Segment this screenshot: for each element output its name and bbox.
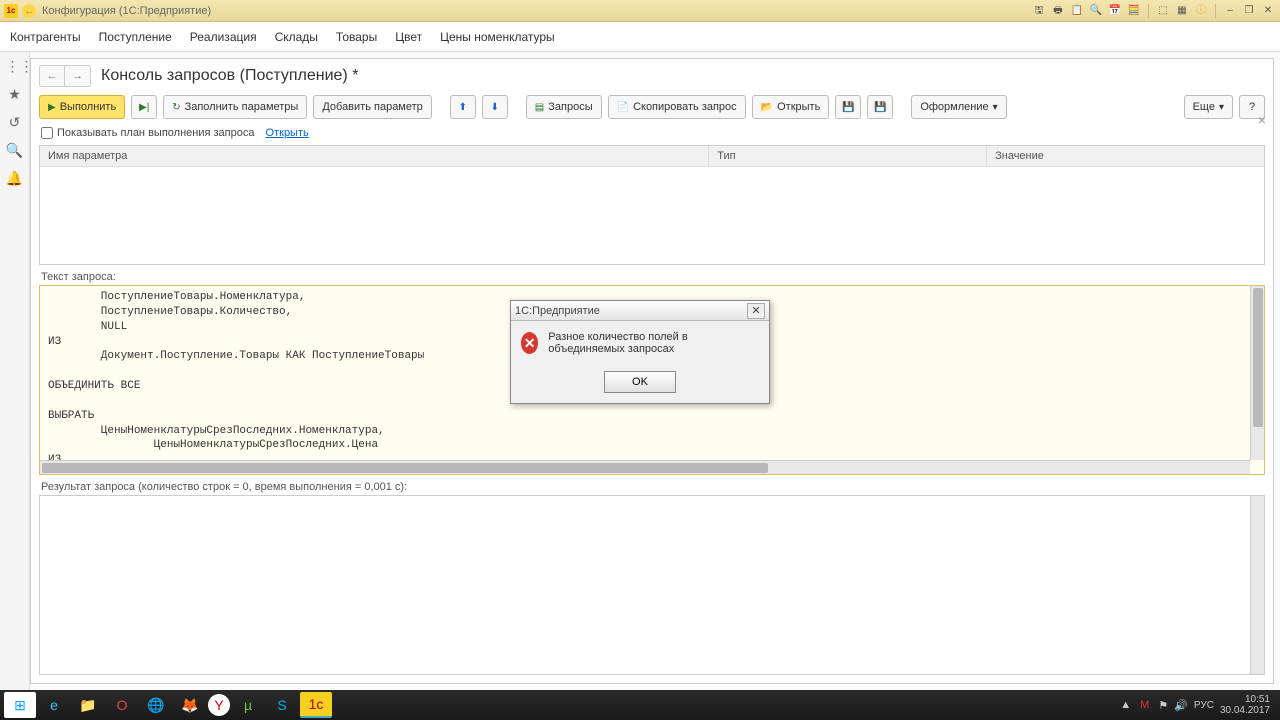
toolbar-icon-9[interactable]: ⓘ: [1193, 4, 1209, 18]
tray-clock[interactable]: 10:51 30.04.2017: [1220, 694, 1270, 716]
params-table[interactable]: Имя параметра Тип Значение: [39, 145, 1265, 265]
error-dialog: 1С:Предприятие ✕ ✕ Разное количество пол…: [510, 300, 770, 404]
tray-volume-icon[interactable]: 🔊: [1174, 699, 1188, 712]
dialog-message: Разное количество полей в объединяемых з…: [548, 331, 759, 355]
menu-item[interactable]: Поступление: [99, 30, 172, 44]
vertical-scrollbar[interactable]: [1250, 496, 1264, 674]
vertical-scrollbar[interactable]: [1250, 286, 1264, 460]
taskbar-yandex-icon[interactable]: Y: [208, 694, 230, 716]
taskbar-skype-icon[interactable]: S: [266, 692, 298, 718]
toolbar-icon-5[interactable]: 📅: [1107, 4, 1123, 18]
play-icon: ▶: [48, 102, 56, 113]
toolbar-icon-2[interactable]: 🖶: [1050, 4, 1066, 18]
copy-query-button[interactable]: 📄Скопировать запрос: [608, 95, 746, 119]
open-button[interactable]: 📂Открыть: [752, 95, 830, 119]
taskbar-utorrent-icon[interactable]: µ: [232, 692, 264, 718]
horizontal-scrollbar[interactable]: [40, 460, 1250, 474]
dialog-title: 1С:Предприятие: [515, 305, 600, 317]
toolbar-icon-3[interactable]: 📋: [1069, 4, 1085, 18]
move-down-button[interactable]: ⬇: [482, 95, 508, 119]
bell-icon[interactable]: 🔔: [6, 170, 24, 188]
open-plan-link[interactable]: Открыть: [266, 127, 309, 139]
toolbar-icon-1[interactable]: 🖫: [1031, 4, 1047, 18]
error-icon: ✕: [521, 332, 538, 354]
menu-item[interactable]: Цвет: [395, 30, 422, 44]
star-icon[interactable]: ★: [6, 86, 24, 104]
menu-item[interactable]: Товары: [336, 30, 377, 44]
taskbar-chrome-icon[interactable]: 🌐: [140, 692, 172, 718]
tray-up-icon[interactable]: ▲: [1120, 699, 1131, 711]
toolbar: ▶Выполнить ▶| ↻Заполнить параметры Добав…: [31, 89, 1273, 125]
nav-forward-button[interactable]: →: [65, 65, 91, 87]
window-controls: 🖫 🖶 📋 🔍 📅 🧮 ⬚ ▦ ⓘ – ❐ ✕: [1031, 4, 1276, 18]
start-button[interactable]: ⊞: [4, 692, 36, 718]
show-plan-label: Показывать план выполнения запроса: [57, 127, 254, 139]
taskbar-explorer-icon[interactable]: 📁: [72, 692, 104, 718]
save-as-button[interactable]: 💾: [867, 95, 893, 119]
run-button[interactable]: ▶Выполнить: [39, 95, 125, 119]
menu-item[interactable]: Склады: [275, 30, 318, 44]
fill-params-button[interactable]: ↻Заполнить параметры: [163, 95, 307, 119]
show-plan-checkbox[interactable]: [41, 127, 53, 139]
toolbar-icon-4[interactable]: 🔍: [1088, 4, 1104, 18]
result-section-label: Результат запроса (количество строк = 0,…: [31, 475, 1273, 495]
toolbar-icon-7[interactable]: ⬚: [1155, 4, 1171, 18]
page-title: Консоль запросов (Поступление) *: [101, 67, 358, 85]
menu-item[interactable]: Цены номенклатуры: [440, 30, 555, 44]
tray-lang[interactable]: РУС: [1194, 700, 1214, 711]
minimize-button[interactable]: –: [1222, 4, 1238, 18]
back-circle-icon[interactable]: ←: [22, 4, 36, 18]
close-button[interactable]: ✕: [1260, 4, 1276, 18]
windows-taskbar: ⊞ e 📁 O 🌐 🦊 Y µ S 1c ▲ M ⚑ 🔊 РУС 10:51 3…: [0, 690, 1280, 720]
format-button[interactable]: Оформление ▾: [911, 95, 1006, 119]
system-tray: ▲ M ⚑ 🔊 РУС 10:51 30.04.2017: [1120, 694, 1276, 716]
more-button[interactable]: Еще ▾: [1184, 95, 1233, 119]
taskbar-firefox-icon[interactable]: 🦊: [174, 692, 206, 718]
move-up-button[interactable]: ⬆: [450, 95, 476, 119]
toolbar-icon-6[interactable]: 🧮: [1126, 4, 1142, 18]
tab-close-icon[interactable]: ×: [1258, 112, 1266, 128]
toolbar-icon-8[interactable]: ▦: [1174, 4, 1190, 18]
maximize-button[interactable]: ❐: [1241, 4, 1257, 18]
window-title: Конфигурация (1С:Предприятие): [42, 5, 1031, 17]
window-titlebar: 1c ← Конфигурация (1С:Предприятие) 🖫 🖶 📋…: [0, 0, 1280, 22]
col-param-value: Значение: [987, 146, 1264, 166]
history-icon[interactable]: ↺: [6, 114, 24, 132]
taskbar-ie-icon[interactable]: e: [38, 692, 70, 718]
tray-icon[interactable]: M: [1137, 698, 1152, 712]
nav-back-button[interactable]: ←: [39, 65, 65, 87]
col-param-type: Тип: [709, 146, 987, 166]
save-button[interactable]: 💾: [835, 95, 861, 119]
ok-button[interactable]: OK: [604, 371, 676, 393]
dialog-titlebar[interactable]: 1С:Предприятие ✕: [511, 301, 769, 321]
taskbar-opera-icon[interactable]: O: [106, 692, 138, 718]
apps-icon[interactable]: ⋮⋮⋮: [6, 58, 24, 76]
query-section-label: Текст запроса:: [31, 265, 1273, 285]
app-icon: 1c: [4, 4, 18, 18]
search-icon[interactable]: 🔍: [6, 142, 24, 160]
main-menu: Контрагенты Поступление Реализация Склад…: [0, 22, 1280, 52]
menu-item[interactable]: Реализация: [190, 30, 257, 44]
queries-button[interactable]: ▤Запросы: [526, 95, 602, 119]
result-grid[interactable]: [39, 495, 1265, 675]
run-step-button[interactable]: ▶|: [131, 95, 157, 119]
menu-item[interactable]: Контрагенты: [10, 30, 81, 44]
dialog-close-icon[interactable]: ✕: [747, 303, 765, 319]
sidebar: ⋮⋮⋮ ★ ↺ 🔍 🔔: [0, 52, 30, 690]
tray-icon[interactable]: ⚑: [1158, 699, 1168, 712]
col-param-name: Имя параметра: [40, 146, 709, 166]
taskbar-1c-icon[interactable]: 1c: [300, 692, 332, 718]
add-param-button[interactable]: Добавить параметр: [313, 95, 431, 119]
options-row: Показывать план выполнения запроса Откры…: [31, 125, 1273, 145]
